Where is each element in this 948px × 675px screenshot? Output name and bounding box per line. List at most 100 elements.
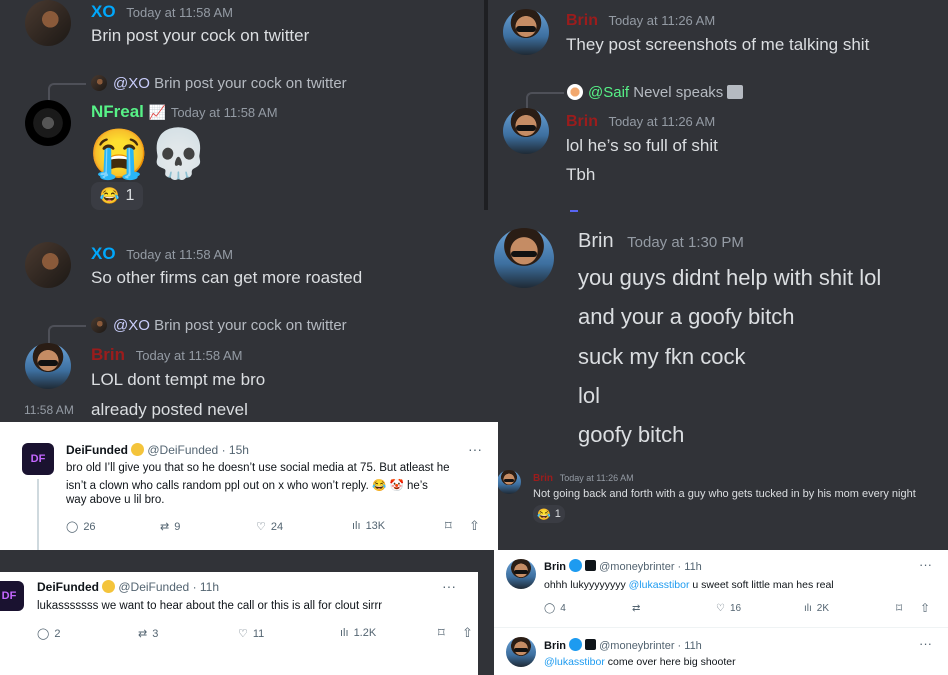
reply-preview[interactable]: Brin post your cock on twitter bbox=[154, 317, 347, 334]
message-text: Tbh bbox=[566, 165, 596, 184]
author-xo[interactable]: XO bbox=[91, 2, 116, 21]
reply-button[interactable]: ◯ 26 bbox=[66, 520, 96, 533]
more-icon[interactable]: ··· bbox=[468, 441, 482, 457]
more-icon[interactable]: ··· bbox=[919, 557, 932, 572]
views-button[interactable]: ılı 13K bbox=[352, 520, 385, 532]
timestamp: Today at 1:30 PM bbox=[627, 234, 744, 251]
handle-time[interactable]: @DeiFunded · 15h bbox=[147, 443, 249, 457]
more-icon[interactable]: ··· bbox=[442, 578, 456, 594]
brin-avatar[interactable] bbox=[503, 9, 549, 55]
retweet-button[interactable]: ⇄ 3 bbox=[138, 627, 158, 640]
message-text: already posted nevel bbox=[91, 400, 248, 419]
brin-avatar[interactable] bbox=[506, 637, 536, 667]
deifunded-avatar[interactable]: DF bbox=[0, 581, 24, 611]
bookmark-icon[interactable]: ⌑ bbox=[896, 601, 902, 615]
author-brin[interactable]: Brin bbox=[91, 345, 125, 364]
nfreal-avatar[interactable] bbox=[25, 100, 71, 146]
reply-connector bbox=[526, 92, 564, 110]
author-brin[interactable]: Brin bbox=[578, 230, 614, 252]
reply-mention[interactable]: @Saif bbox=[588, 84, 629, 101]
tweet-text: come over here big shooter bbox=[604, 656, 736, 668]
bookmark-icon[interactable]: ⌑ bbox=[445, 518, 452, 534]
heart-icon: ♡ bbox=[238, 628, 248, 640]
share-icon[interactable]: ⇧ bbox=[469, 518, 480, 534]
xo-avatar[interactable] bbox=[25, 0, 71, 46]
tweet-card[interactable]: Brin @moneybrinter · 11h ··· ohhh lukyyy… bbox=[494, 550, 948, 628]
stonks-icon: 📈 bbox=[148, 104, 167, 120]
scrollbar[interactable] bbox=[484, 0, 488, 210]
bookmark-icon[interactable]: ⌑ bbox=[438, 625, 445, 641]
more-icon[interactable]: ··· bbox=[919, 636, 932, 651]
tweet-text: way above u lil bro. bbox=[66, 494, 165, 506]
share-icon[interactable]: ⇧ bbox=[462, 625, 473, 641]
heart-icon: ♡ bbox=[256, 521, 266, 533]
handle-time[interactable]: @DeiFunded · 11h bbox=[118, 580, 219, 594]
reply-preview[interactable]: Brin post your cock on twitter bbox=[154, 75, 347, 92]
author-name[interactable]: DeiFunded bbox=[37, 580, 99, 594]
like-button[interactable]: ♡ 11 bbox=[238, 627, 264, 640]
author-brin[interactable]: Brin bbox=[566, 113, 598, 130]
author-brin[interactable]: Brin bbox=[566, 12, 598, 29]
xo-avatar[interactable] bbox=[25, 242, 71, 288]
mention-link[interactable]: @lukasstibor bbox=[544, 656, 605, 668]
reply-icon: ◯ bbox=[66, 521, 79, 533]
reply-avatar bbox=[91, 75, 107, 91]
timestamp: Today at 11:26 AM bbox=[608, 114, 716, 129]
reaction-laugh[interactable]: 😂 1 bbox=[91, 182, 143, 210]
author-xo[interactable]: XO bbox=[91, 244, 116, 263]
reply-button[interactable]: ◯ 2 bbox=[37, 627, 60, 640]
tweet-card[interactable]: DF DeiFunded @DeiFunded · 11h ··· lukass… bbox=[0, 572, 478, 675]
divider bbox=[570, 210, 578, 212]
message-line: goofy bitch bbox=[578, 422, 685, 448]
brin-avatar-large[interactable] bbox=[494, 228, 554, 288]
timestamp: Today at 11:58 AM bbox=[126, 5, 234, 20]
brin-avatar[interactable] bbox=[25, 343, 71, 389]
big-message-list: you guys didnt help with shit lol and yo… bbox=[578, 258, 881, 454]
tweet-card[interactable]: DF DeiFunded @DeiFunded · 15h ··· bro ol… bbox=[0, 422, 498, 550]
author-nfreal[interactable]: NFreal bbox=[91, 102, 144, 121]
message-line: you guys didnt help with shit lol bbox=[578, 265, 882, 290]
tweet-card[interactable]: Brin @moneybrinter · 11h ··· @lukasstibo… bbox=[494, 628, 948, 675]
reply-mention[interactable]: @XO bbox=[113, 75, 150, 92]
message-text: They post screenshots of me talking shit bbox=[566, 35, 870, 54]
share-icon[interactable]: ⇧ bbox=[920, 601, 930, 615]
like-button[interactable]: ♡ 24 bbox=[256, 520, 283, 533]
message-text: Brin post your cock on twitter bbox=[91, 26, 310, 45]
retweet-button[interactable]: ⇄ 9 bbox=[160, 520, 180, 533]
tweet-text: ohhh lukyyyyyyyy bbox=[544, 579, 629, 591]
reaction-laugh[interactable]: 😂 1 bbox=[533, 505, 565, 523]
reply-avatar bbox=[567, 84, 583, 100]
mention-link[interactable]: @lukasstibor bbox=[629, 579, 690, 591]
handle-time[interactable]: @moneybrinter · 11h bbox=[599, 561, 702, 573]
author-name[interactable]: Brin bbox=[544, 561, 566, 573]
views-button[interactable]: ılı 1.2K bbox=[340, 627, 376, 639]
reply-icon: ◯ bbox=[544, 603, 556, 614]
side-timestamp: 11:58 AM bbox=[24, 403, 74, 417]
brin-avatar[interactable] bbox=[503, 108, 549, 154]
author-name[interactable]: DeiFunded bbox=[66, 443, 128, 457]
timestamp: Today at 11:58 AM bbox=[135, 348, 243, 363]
like-button[interactable]: ♡ 16 bbox=[716, 603, 741, 614]
image-icon bbox=[727, 85, 744, 99]
brin-avatar[interactable] bbox=[497, 470, 521, 494]
views-icon: ılı bbox=[352, 520, 361, 532]
reply-mention[interactable]: @XO bbox=[113, 317, 150, 334]
message-text: LOL dont tempt me bro bbox=[91, 370, 266, 389]
handle-time[interactable]: @moneybrinter · 11h bbox=[599, 640, 702, 652]
deifunded-avatar[interactable]: DF bbox=[22, 443, 54, 475]
views-button[interactable]: ılı 2K bbox=[804, 603, 829, 614]
author-brin[interactable]: Brin bbox=[533, 473, 553, 484]
retweet-button[interactable]: ⇄ bbox=[632, 603, 645, 614]
reply-button[interactable]: ◯ 4 bbox=[544, 603, 566, 614]
tweet-text: u sweet soft little man hes real bbox=[689, 579, 834, 591]
reply-connector bbox=[48, 83, 86, 101]
tweet-text: isn’t a clown who calls random ppl out o… bbox=[66, 480, 428, 492]
tweet-text: lukasssssss we want to hear about the ca… bbox=[37, 600, 383, 612]
author-name[interactable]: Brin bbox=[544, 640, 566, 652]
reply-preview[interactable]: Nevel speaks bbox=[633, 84, 723, 101]
message-text: Not going back and forth with a guy who … bbox=[533, 488, 916, 500]
affiliate-badge-icon bbox=[585, 560, 597, 571]
timestamp: Today at 11:26 AM bbox=[559, 473, 634, 483]
brin-avatar[interactable] bbox=[506, 559, 536, 589]
message-text: So other firms can get more roasted bbox=[91, 268, 363, 287]
